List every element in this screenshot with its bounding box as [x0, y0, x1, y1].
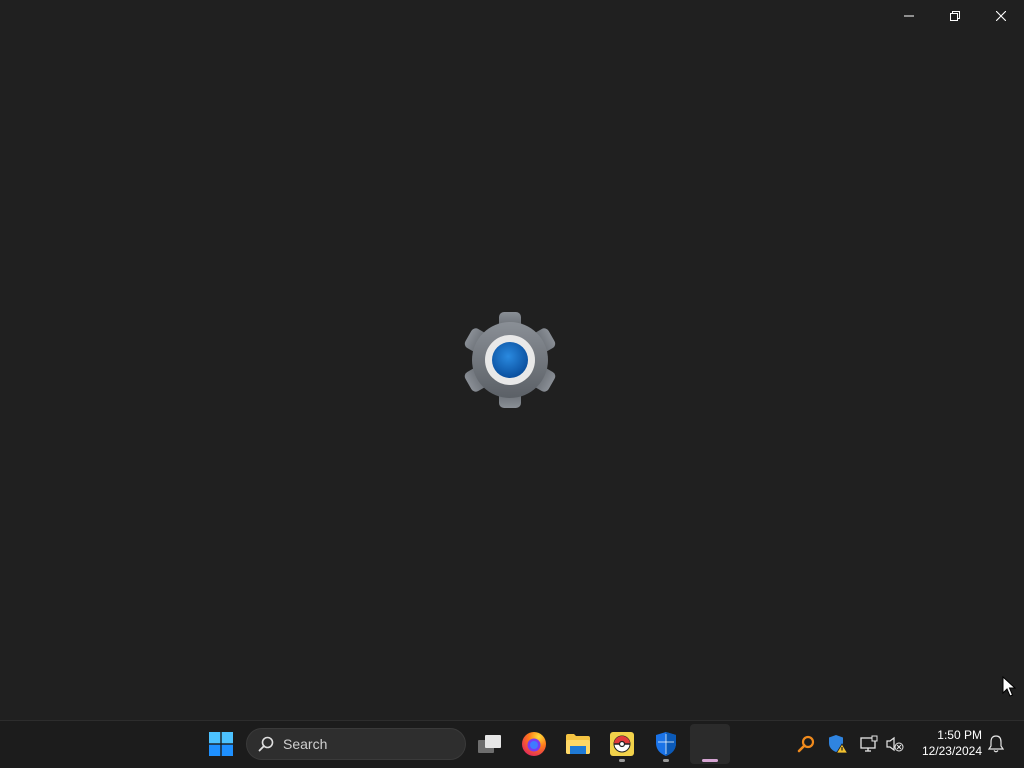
- network-tray-button[interactable]: [858, 733, 880, 755]
- firefox-icon: [522, 732, 546, 756]
- pokemon-app-button[interactable]: [602, 724, 642, 764]
- settings-window: [0, 0, 1024, 720]
- caption-buttons: [886, 0, 1024, 32]
- restore-icon: [950, 11, 960, 21]
- folder-icon: [566, 734, 590, 754]
- close-button[interactable]: [978, 0, 1024, 32]
- running-indicator: [663, 759, 669, 762]
- pokeball-icon: [610, 732, 634, 756]
- bell-icon: [988, 735, 1004, 753]
- running-indicator: [619, 759, 625, 762]
- volume-muted-icon: [886, 736, 904, 752]
- search-icon: [258, 736, 274, 752]
- minimize-button[interactable]: [886, 0, 932, 32]
- file-explorer-button[interactable]: [558, 724, 598, 764]
- security-tray-button[interactable]: [827, 733, 849, 755]
- mouse-cursor-icon: [1002, 676, 1016, 697]
- search-tool-tray-button[interactable]: [795, 733, 817, 755]
- search-placeholder: Search: [283, 736, 328, 752]
- blank-app-icon: [698, 732, 722, 756]
- windows-security-button[interactable]: [646, 724, 686, 764]
- network-icon: [860, 735, 878, 752]
- shield-icon: [656, 732, 676, 756]
- restore-button[interactable]: [932, 0, 978, 32]
- active-indicator: [702, 759, 718, 762]
- taskbar-clock[interactable]: 1:50 PM 12/23/2024: [912, 727, 982, 763]
- clock-date: 12/23/2024: [921, 744, 982, 758]
- clock-time: 1:50 PM: [937, 728, 982, 742]
- taskbar-search-box[interactable]: Search: [246, 728, 466, 760]
- task-view-button[interactable]: [470, 724, 510, 764]
- volume-tray-button[interactable]: [884, 733, 906, 755]
- notification-center-button[interactable]: [985, 733, 1007, 755]
- minimize-icon: [904, 15, 914, 17]
- windows-start-icon: [209, 732, 233, 756]
- firefox-button[interactable]: [514, 724, 554, 764]
- close-icon: [996, 11, 1006, 21]
- security-warning-icon: [829, 735, 848, 754]
- search-tool-icon: [797, 735, 815, 753]
- task-view-icon: [478, 735, 501, 753]
- start-button[interactable]: [201, 724, 241, 764]
- settings-gear-icon: [464, 312, 556, 408]
- settings-taskbar-button[interactable]: [690, 724, 730, 764]
